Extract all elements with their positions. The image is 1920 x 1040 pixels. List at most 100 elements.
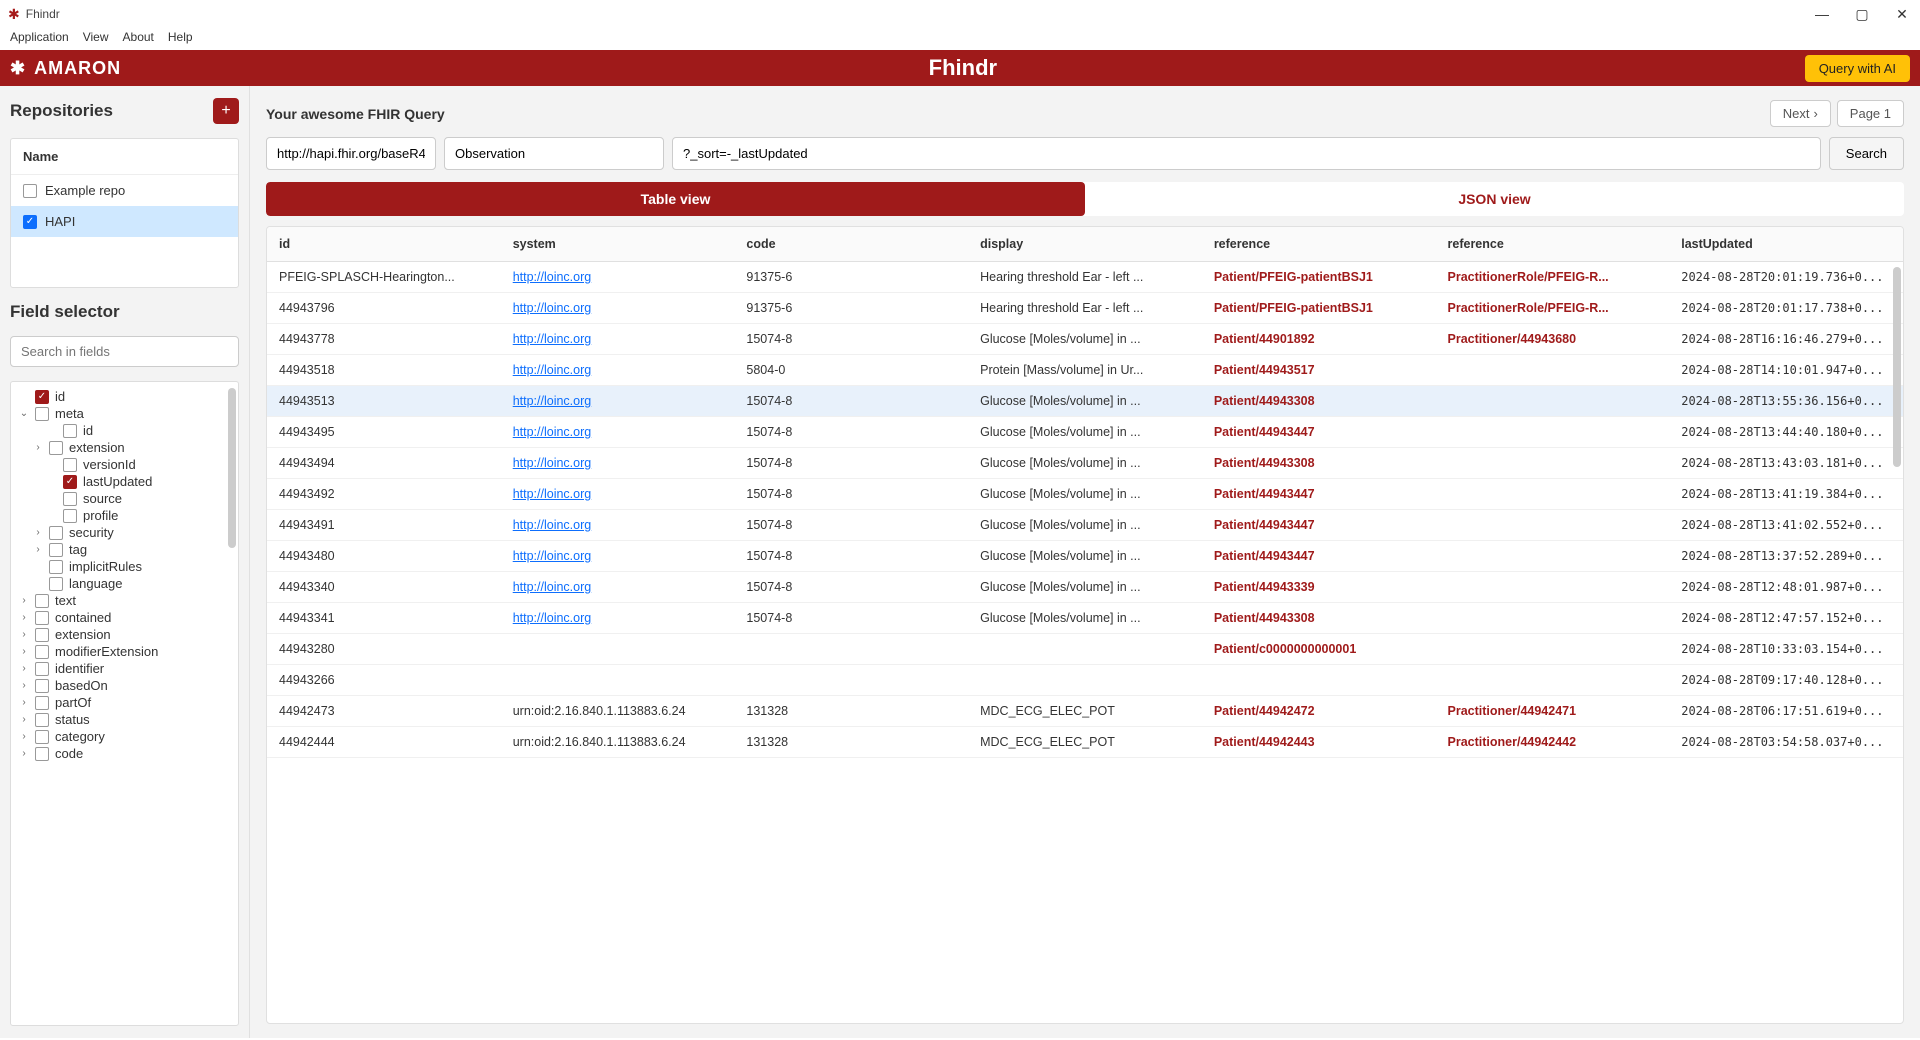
resource-input[interactable]: [444, 137, 664, 170]
tree-node-identifier[interactable]: ›identifier: [15, 660, 234, 677]
checkbox-icon[interactable]: [35, 594, 49, 608]
col-system[interactable]: system: [501, 227, 735, 262]
col-code[interactable]: code: [734, 227, 968, 262]
reference-link[interactable]: Patient/44943308: [1214, 394, 1315, 408]
add-repository-button[interactable]: +: [213, 98, 239, 124]
params-input[interactable]: [672, 137, 1821, 170]
col-lastupdated[interactable]: lastUpdated: [1669, 227, 1903, 262]
maximize-button[interactable]: ▢: [1852, 6, 1872, 23]
chevron-right-icon[interactable]: ›: [33, 544, 43, 555]
chevron-right-icon[interactable]: ›: [19, 731, 29, 742]
table-row[interactable]: 44943495http://loinc.org15074-8Glucose […: [267, 417, 1903, 448]
tree-node-text[interactable]: ›text: [15, 592, 234, 609]
system-link[interactable]: http://loinc.org: [513, 456, 592, 470]
chevron-right-icon[interactable]: ›: [19, 595, 29, 606]
checkbox-icon[interactable]: [49, 560, 63, 574]
table-row[interactable]: 44943492http://loinc.org15074-8Glucose […: [267, 479, 1903, 510]
checkbox-icon[interactable]: [63, 492, 77, 506]
table-row[interactable]: 44943518http://loinc.org5804-0Protein [M…: [267, 355, 1903, 386]
checkbox-icon[interactable]: [35, 696, 49, 710]
tree-node-extension[interactable]: ›extension: [15, 439, 234, 456]
system-link[interactable]: http://loinc.org: [513, 549, 592, 563]
system-link[interactable]: http://loinc.org: [513, 487, 592, 501]
col-reference-1[interactable]: reference: [1202, 227, 1436, 262]
system-link[interactable]: http://loinc.org: [513, 301, 592, 315]
tree-node-lastUpdated[interactable]: ·✓lastUpdated: [15, 473, 234, 490]
table-row[interactable]: 44942473urn:oid:2.16.840.1.113883.6.2413…: [267, 696, 1903, 727]
tree-node-basedOn[interactable]: ›basedOn: [15, 677, 234, 694]
tree-node-code[interactable]: ›code: [15, 745, 234, 762]
table-row[interactable]: 44943341http://loinc.org15074-8Glucose […: [267, 603, 1903, 634]
checkbox-icon[interactable]: [35, 645, 49, 659]
reference-link[interactable]: Patient/44943308: [1214, 456, 1315, 470]
reference-link[interactable]: Patient/44943308: [1214, 611, 1315, 625]
tree-node-security[interactable]: ›security: [15, 524, 234, 541]
chevron-right-icon[interactable]: ›: [19, 612, 29, 623]
repo-item-hapi[interactable]: ✓HAPI: [11, 206, 238, 237]
checkbox-icon[interactable]: [35, 713, 49, 727]
tab-json-view[interactable]: JSON view: [1085, 182, 1904, 216]
chevron-right-icon[interactable]: ›: [19, 629, 29, 640]
reference-link[interactable]: Patient/44943447: [1214, 487, 1315, 501]
tree-node-source[interactable]: ·source: [15, 490, 234, 507]
tree-node-versionId[interactable]: ·versionId: [15, 456, 234, 473]
checkbox-icon[interactable]: [35, 662, 49, 676]
reference-link[interactable]: Patient/44943447: [1214, 518, 1315, 532]
checkbox-icon[interactable]: ✓: [23, 215, 37, 229]
repo-item-example-repo[interactable]: Example repo: [11, 175, 238, 206]
table-row[interactable]: 44943491http://loinc.org15074-8Glucose […: [267, 510, 1903, 541]
tree-scrollbar[interactable]: [228, 388, 236, 548]
table-row[interactable]: 44943796http://loinc.org91375-6Hearing t…: [267, 293, 1903, 324]
reference-link[interactable]: Patient/44943517: [1214, 363, 1315, 377]
reference-link[interactable]: Practitioner/44943680: [1448, 332, 1577, 346]
system-link[interactable]: http://loinc.org: [513, 394, 592, 408]
tree-node-contained[interactable]: ›contained: [15, 609, 234, 626]
chevron-right-icon[interactable]: ›: [19, 680, 29, 691]
tree-node-id[interactable]: ·id: [15, 422, 234, 439]
next-page-button[interactable]: Next ›: [1770, 100, 1831, 127]
minimize-button[interactable]: —: [1812, 6, 1832, 23]
menu-help[interactable]: Help: [168, 30, 193, 44]
checkbox-icon[interactable]: ✓: [63, 475, 77, 489]
checkbox-icon[interactable]: [35, 679, 49, 693]
system-link[interactable]: http://loinc.org: [513, 270, 592, 284]
reference-link[interactable]: PractitionerRole/PFEIG-R...: [1448, 270, 1609, 284]
tree-node-extension[interactable]: ›extension: [15, 626, 234, 643]
chevron-right-icon[interactable]: ›: [33, 442, 43, 453]
query-with-ai-button[interactable]: Query with AI: [1805, 55, 1910, 82]
search-button[interactable]: Search: [1829, 137, 1904, 170]
tree-node-language[interactable]: ·language: [15, 575, 234, 592]
table-row[interactable]: PFEIG-SPLASCH-Hearington...http://loinc.…: [267, 262, 1903, 293]
chevron-down-icon[interactable]: ⌄: [19, 408, 29, 419]
table-row[interactable]: 44943513http://loinc.org15074-8Glucose […: [267, 386, 1903, 417]
close-button[interactable]: ✕: [1892, 6, 1912, 23]
checkbox-icon[interactable]: [63, 509, 77, 523]
tree-node-tag[interactable]: ›tag: [15, 541, 234, 558]
table-row[interactable]: 44943340http://loinc.org15074-8Glucose […: [267, 572, 1903, 603]
reference-link[interactable]: Practitioner/44942471: [1448, 704, 1577, 718]
checkbox-icon[interactable]: [63, 424, 77, 438]
system-link[interactable]: http://loinc.org: [513, 332, 592, 346]
checkbox-icon[interactable]: [49, 526, 63, 540]
reference-link[interactable]: Patient/44943339: [1214, 580, 1315, 594]
system-link[interactable]: http://loinc.org: [513, 518, 592, 532]
reference-link[interactable]: Patient/c0000000000001: [1214, 642, 1356, 656]
chevron-right-icon[interactable]: ›: [19, 714, 29, 725]
checkbox-icon[interactable]: [35, 611, 49, 625]
tree-node-modifierExtension[interactable]: ›modifierExtension: [15, 643, 234, 660]
reference-link[interactable]: Practitioner/44942442: [1448, 735, 1577, 749]
tree-node-implicitRules[interactable]: ·implicitRules: [15, 558, 234, 575]
table-row[interactable]: 44943280Patient/c00000000000012024-08-28…: [267, 634, 1903, 665]
reference-link[interactable]: Patient/44943447: [1214, 425, 1315, 439]
chevron-right-icon[interactable]: ›: [33, 527, 43, 538]
checkbox-icon[interactable]: [35, 628, 49, 642]
reference-link[interactable]: Patient/44943447: [1214, 549, 1315, 563]
checkbox-icon[interactable]: [35, 407, 49, 421]
menu-application[interactable]: Application: [10, 30, 69, 44]
reference-link[interactable]: Patient/44901892: [1214, 332, 1315, 346]
tree-node-id[interactable]: ·✓id: [15, 388, 234, 405]
table-row[interactable]: 44943494http://loinc.org15074-8Glucose […: [267, 448, 1903, 479]
reference-link[interactable]: Patient/PFEIG-patientBSJ1: [1214, 301, 1373, 315]
page-indicator[interactable]: Page 1: [1837, 100, 1904, 127]
checkbox-icon[interactable]: [35, 730, 49, 744]
